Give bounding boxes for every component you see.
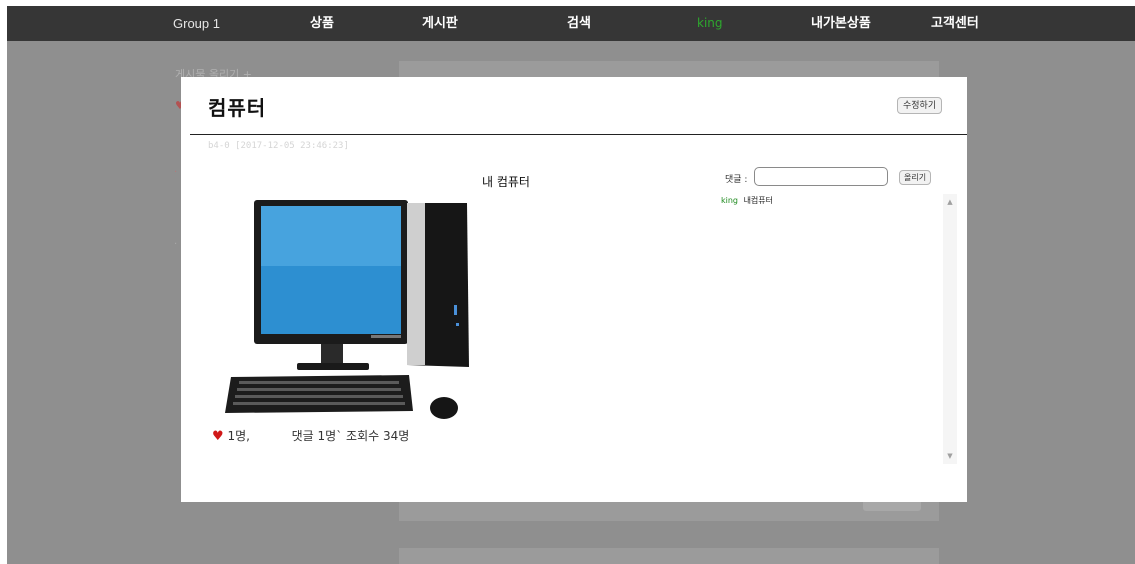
brand-link[interactable]: Group 1 xyxy=(173,6,220,41)
monitor-neck xyxy=(321,344,343,364)
like-heart-icon[interactable]: ♥ xyxy=(212,429,224,444)
nav-products[interactable]: 상품 xyxy=(310,6,334,41)
nav-search[interactable]: 검색 xyxy=(567,6,591,41)
comment-item: king 내컴퓨터 xyxy=(721,195,773,206)
desktop-computer-image xyxy=(225,200,469,419)
comment-count: 댓글 1명` xyxy=(291,429,343,443)
top-nav: Group 1 상품 게시판 검색 king 내가본상품 고객센터 xyxy=(7,6,1135,41)
comment-list[interactable]: king 내컴퓨터 ▲ ▼ xyxy=(719,194,957,464)
background-card xyxy=(399,548,939,564)
edit-button[interactable]: 수정하기 xyxy=(897,97,943,114)
app-window: Group 1 상품 게시판 검색 king 내가본상품 고객센터 게시물 올리… xyxy=(7,6,1135,564)
view-count: 조회수 34명 xyxy=(346,429,410,443)
mouse xyxy=(430,397,458,419)
comment-submit-button[interactable]: 올리기 xyxy=(899,170,932,185)
comment-text: 내컴퓨터 xyxy=(743,196,774,205)
nav-user[interactable]: king xyxy=(697,6,723,41)
comment-label: 댓글 : xyxy=(725,175,748,185)
comment-input[interactable] xyxy=(754,167,888,186)
post-stats: ♥ 1명, 댓글 1명` 조회수 34명 xyxy=(212,427,409,444)
nav-my-products[interactable]: 내가본상품 xyxy=(811,6,871,41)
title-divider xyxy=(190,134,967,135)
comment-scrollbar[interactable]: ▲ ▼ xyxy=(943,194,957,464)
post-modal: 컴퓨터 수정하기 b4-0 [2017-12-05 23:46:23] 내 컴퓨… xyxy=(181,77,967,502)
scroll-down-arrow-icon[interactable]: ▼ xyxy=(943,450,957,462)
nav-board[interactable]: 게시판 xyxy=(422,6,458,41)
background-marker: · xyxy=(174,239,178,250)
monitor-base xyxy=(297,363,369,370)
post-body: 내 컴퓨터 xyxy=(482,175,530,189)
like-count: 1명, xyxy=(227,429,250,443)
nav-support[interactable]: 고객센터 xyxy=(931,6,979,41)
background-marker: · xyxy=(174,167,178,178)
keyboard xyxy=(225,375,413,413)
post-title: 컴퓨터 xyxy=(208,96,267,120)
post-meta: b4-0 [2017-12-05 23:46:23] xyxy=(208,141,349,151)
scroll-up-arrow-icon[interactable]: ▲ xyxy=(943,196,957,208)
comment-author[interactable]: king xyxy=(721,196,738,205)
